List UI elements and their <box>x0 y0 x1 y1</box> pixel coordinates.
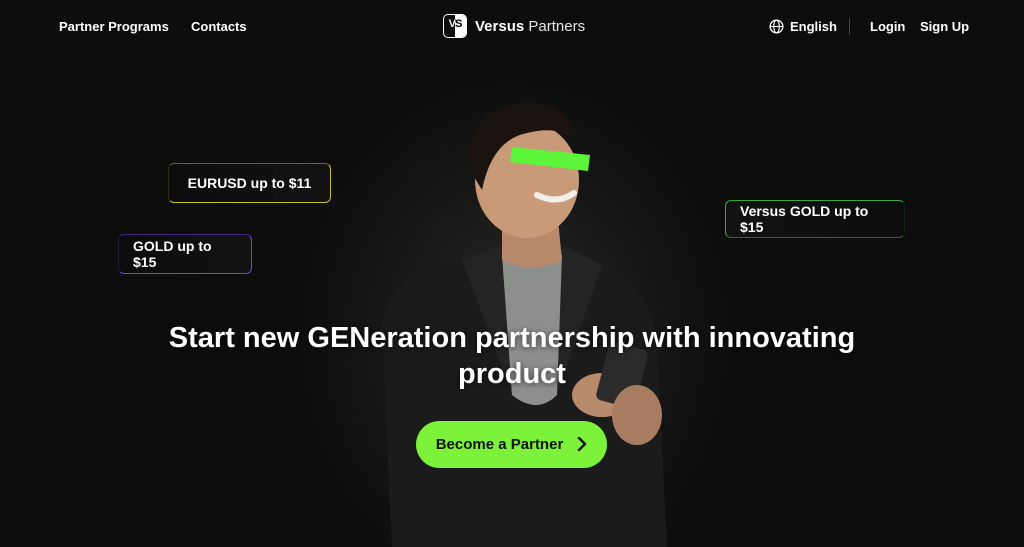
chevron-right-icon <box>577 436 587 454</box>
language-label: English <box>790 19 837 34</box>
nav-contacts[interactable]: Contacts <box>191 19 247 34</box>
hero-headline: Start new GENeration partnership with in… <box>150 320 874 392</box>
nav-divider <box>849 18 850 35</box>
become-partner-label: Become a Partner <box>435 436 564 453</box>
logo-suffix: Partners <box>528 17 586 35</box>
versus-gold-badge-label: Versus GOLD up to $15 <box>740 203 869 235</box>
logo-name: Versus Partners <box>475 18 585 35</box>
hero-headline-line2: product <box>458 358 566 390</box>
gold-badge: GOLD up to $15 <box>118 234 252 274</box>
eurusd-badge-label: EURUSD up to $11 <box>187 175 312 191</box>
signup-link[interactable]: Sign Up <box>920 19 969 34</box>
login-link[interactable]: Login <box>870 19 905 34</box>
language-selector[interactable]: English <box>769 19 837 34</box>
nav-partner-programs[interactable]: Partner Programs <box>59 19 169 34</box>
brand-logo[interactable]: VS Versus Partners <box>443 14 585 38</box>
top-navigation: Partner Programs Contacts VS Versus Part… <box>0 0 1024 54</box>
logo-mark-text: VS <box>448 18 463 30</box>
eurusd-badge: EURUSD up to $11 <box>168 163 331 203</box>
globe-icon <box>769 19 784 34</box>
become-partner-button[interactable]: Become a Partner <box>416 421 607 468</box>
versus-gold-badge: Versus GOLD up to $15 <box>725 200 905 238</box>
logo-mark-icon: VS <box>443 14 467 38</box>
gold-badge-label: GOLD up to $15 <box>133 238 212 270</box>
hero-headline-line1: Start new GENeration partnership with in… <box>168 322 856 354</box>
logo-brand: Versus <box>475 17 525 35</box>
